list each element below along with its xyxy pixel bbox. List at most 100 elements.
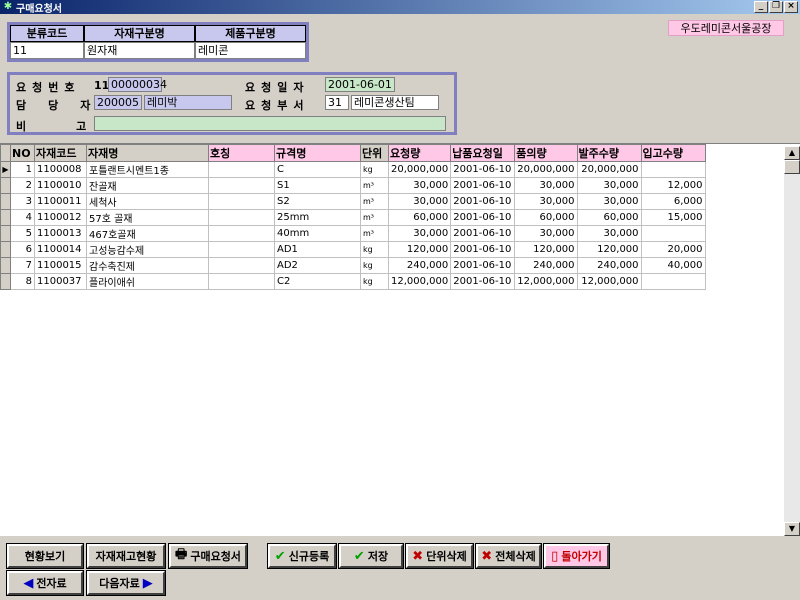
cell-nick[interactable] [208,225,275,242]
scroll-down-icon[interactable]: ▼ [784,522,800,536]
request-date-field[interactable]: 2001-06-01 [325,77,395,92]
cell-name[interactable]: 세척사 [86,193,209,210]
cell-nick[interactable] [208,161,275,178]
cell-code[interactable]: 1100013 [34,225,87,242]
row-indicator[interactable] [0,193,11,210]
cell-received-qty[interactable] [640,225,706,242]
remark-field[interactable] [94,116,446,131]
cell-no[interactable]: 6 [10,241,35,258]
cell-unit[interactable]: m³ [360,209,389,226]
cell-nick[interactable] [208,209,275,226]
cell-received-qty[interactable]: 20,000 [640,241,706,258]
cell-order-qty[interactable]: 30,000 [576,177,642,194]
cell-spec[interactable]: 40mm [274,225,361,242]
cell-code[interactable]: 1100011 [34,193,87,210]
delete-unit-button[interactable]: ✖ 단위삭제 [405,543,474,569]
prev-record-button[interactable]: ◀ 전자료 [6,570,84,596]
cell-spec[interactable]: C2 [274,273,361,290]
table-row[interactable]: 5 1100013 467호골재 40mm m³ 30,000 2001-06-10 30,0… [0,225,706,242]
cell-code[interactable]: 1100014 [34,241,87,258]
new-button[interactable]: ✔ 신규등록 [267,543,337,569]
cell-received-qty[interactable]: 6,000 [640,193,706,210]
cell-request-qty[interactable]: 30,000 [387,177,452,194]
cell-unit[interactable]: m³ [360,177,389,194]
row-indicator[interactable] [0,257,11,274]
row-indicator[interactable] [0,177,11,194]
cell-approved-qty[interactable]: 30,000 [514,177,578,194]
restore-button[interactable]: ❐ [769,1,783,13]
cell-code[interactable]: 1100010 [34,177,87,194]
cell-name[interactable]: 플라이애쉬 [86,273,209,290]
cell-request-qty[interactable]: 20,000,000 [387,161,452,178]
dept-name-field[interactable]: 레미콘생산팀 [351,95,439,110]
cell-unit[interactable]: m³ [360,225,389,242]
cell-name[interactable]: 467호골재 [86,225,209,242]
cell-unit[interactable]: kg [360,257,389,274]
cell-order-qty[interactable]: 30,000 [576,225,642,242]
cell-request-qty[interactable]: 60,000 [387,209,452,226]
cell-delivery-date[interactable]: 2001-06-10 [450,257,516,274]
product-type-field[interactable]: 레미콘 [195,42,306,59]
request-no-field[interactable]: 00000034 [108,77,167,92]
cell-code[interactable]: 1100037 [34,273,87,290]
row-indicator[interactable] [0,273,11,290]
cell-spec[interactable]: S1 [274,177,361,194]
cell-received-qty[interactable] [640,273,706,290]
cell-code[interactable]: 1100015 [34,257,87,274]
table-row[interactable]: 2 1100010 잔골재 S1 m³ 30,000 2001-06-10 30,000 30,… [0,177,706,194]
cell-request-qty[interactable]: 240,000 [387,257,452,274]
next-record-button[interactable]: 다음자료 ▶ [86,570,166,596]
cell-nick[interactable] [208,193,275,210]
cell-approved-qty[interactable]: 60,000 [514,209,578,226]
cell-approved-qty[interactable]: 240,000 [514,257,578,274]
cell-name[interactable]: 감수축진제 [86,257,209,274]
cell-approved-qty[interactable]: 30,000 [514,193,578,210]
cell-unit[interactable]: m³ [360,193,389,210]
table-row[interactable]: 6 1100014 고성능감수제 AD1 kg 120,000 2001-06-10 120,… [0,241,706,258]
row-pointer-icon[interactable]: ▶ [0,161,11,178]
cell-code[interactable]: 1100008 [34,161,87,178]
row-indicator[interactable] [0,241,11,258]
cell-received-qty[interactable] [640,161,706,178]
scroll-up-icon[interactable]: ▲ [784,146,800,160]
table-row[interactable]: 8 1100037 플라이애쉬 C2 kg 12,000,000 2001-06-10 12,… [0,273,706,290]
cell-name[interactable]: 고성능감수제 [86,241,209,258]
delete-all-button[interactable]: ✖ 전체삭제 [475,543,542,569]
scroll-thumb[interactable] [784,160,800,174]
print-request-button[interactable]: 🖶 구매요청서 [168,543,248,569]
cell-request-qty[interactable]: 120,000 [387,241,452,258]
cell-order-qty[interactable]: 60,000 [576,209,642,226]
cell-received-qty[interactable]: 40,000 [640,257,706,274]
cell-name[interactable]: 포틀랜트시멘트1종 [86,161,209,178]
minimize-button[interactable]: _ [754,1,768,13]
vertical-scrollbar[interactable]: ▲ ▼ [784,146,800,536]
manager-name-field[interactable]: 레미박 [144,95,232,110]
cell-nick[interactable] [208,273,275,290]
cell-order-qty[interactable]: 240,000 [576,257,642,274]
cell-no[interactable]: 2 [10,177,35,194]
class-code-field[interactable]: 11 [10,42,84,59]
cell-approved-qty[interactable]: 120,000 [514,241,578,258]
cell-order-qty[interactable]: 120,000 [576,241,642,258]
cell-nick[interactable] [208,257,275,274]
cell-order-qty[interactable]: 30,000 [576,193,642,210]
cell-nick[interactable] [208,177,275,194]
cell-no[interactable]: 7 [10,257,35,274]
dept-code-field[interactable]: 31 [325,95,349,110]
table-row[interactable]: 3 1100011 세척사 S2 m³ 30,000 2001-06-10 30,000 30,… [0,193,706,210]
cell-code[interactable]: 1100012 [34,209,87,226]
table-row[interactable]: ▶ 1 1100008 포틀랜트시멘트1종 Ckg 20,000,000 2001-06-1… [0,161,706,178]
cell-name[interactable]: 잔골재 [86,177,209,194]
cell-no[interactable]: 8 [10,273,35,290]
cell-request-qty[interactable]: 12,000,000 [387,273,452,290]
cell-unit[interactable]: kg [360,273,389,290]
cell-request-qty[interactable]: 30,000 [387,225,452,242]
cell-delivery-date[interactable]: 2001-06-10 [450,193,516,210]
table-row[interactable]: 7 1100015 감수축진제 AD2 kg 240,000 2001-06-10 240,0… [0,257,706,274]
cell-spec[interactable]: AD2 [274,257,361,274]
material-type-field[interactable]: 원자재 [84,42,195,59]
cell-request-qty[interactable]: 30,000 [387,193,452,210]
cell-no[interactable]: 4 [10,209,35,226]
cell-nick[interactable] [208,241,275,258]
manager-code-field[interactable]: 200005 [94,95,142,110]
